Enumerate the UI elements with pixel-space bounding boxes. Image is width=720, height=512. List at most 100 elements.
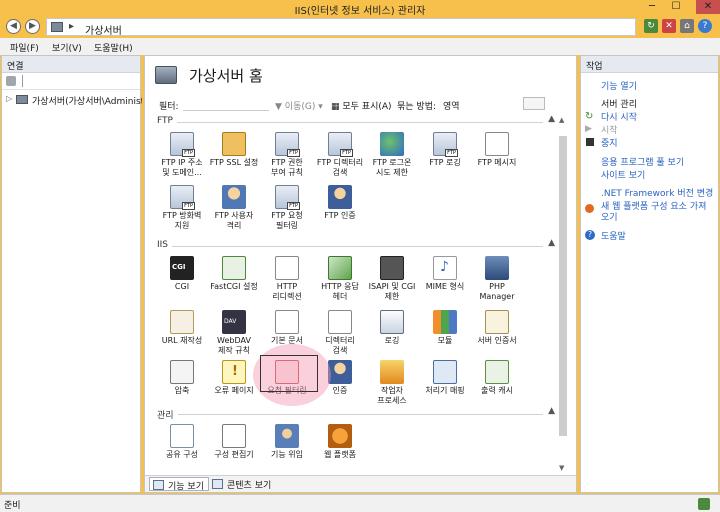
feature-cgi[interactable]: CGI — [153, 256, 211, 292]
feature-php[interactable]: PHP Manager — [468, 256, 526, 302]
feature-ftp-ssl[interactable]: FTP SSL 설정 — [205, 132, 263, 168]
back-button[interactable]: ◀ — [6, 19, 21, 34]
view-tabs: 기능 보기 콘텐츠 보기 — [145, 475, 576, 492]
server-icon — [16, 95, 28, 104]
refresh-icon[interactable]: ↻ — [644, 19, 658, 33]
filter-input[interactable] — [183, 97, 269, 111]
page-title: 가상서버 홈 — [189, 67, 263, 85]
scroll-down-icon[interactable]: ▼ — [559, 464, 564, 472]
collapse-icon[interactable]: ▲ — [548, 116, 555, 124]
config-editor-icon — [222, 424, 246, 448]
feature-shared-config[interactable]: 공유 구성 — [153, 424, 211, 460]
tree-item-server[interactable]: ▷ 가상서버(가상서버\Administ — [6, 93, 142, 107]
tree-item-label: 가상서버(가상서버\Administ — [32, 97, 142, 107]
ftp-user-icon — [328, 185, 352, 209]
feature-ftp-firewall[interactable]: FTP 방화벽 지원 — [153, 185, 211, 231]
go-label: 이동(G) — [284, 102, 316, 112]
feature-ftp-msg[interactable]: FTP 메시지 — [468, 132, 526, 168]
help-icon[interactable]: ? — [698, 19, 712, 33]
feature-compression[interactable]: 압축 — [153, 360, 211, 396]
feature-handler-mapping[interactable]: 처리기 매핑 — [416, 360, 474, 396]
feature-web-platform[interactable]: 웹 플랫폼 — [311, 424, 369, 460]
message-icon — [485, 132, 509, 156]
feature-mime[interactable]: MIME 형식 — [416, 256, 474, 292]
feature-output-cache[interactable]: 출력 캐시 — [468, 360, 526, 396]
action-help[interactable]: 도움말 — [601, 229, 626, 242]
maximize-button[interactable]: ☐ — [664, 0, 688, 14]
action-restart[interactable]: 다시 시작 — [601, 110, 637, 123]
stop-icon[interactable]: ✕ — [662, 19, 676, 33]
connections-toolbar — [2, 73, 140, 90]
handler-icon — [433, 360, 457, 384]
breadcrumb-server[interactable]: 가상서버 — [85, 22, 122, 37]
restart-icon: ↻ — [585, 111, 594, 122]
home-icon[interactable]: ⌂ — [680, 19, 694, 33]
minimize-button[interactable]: ─ — [640, 0, 664, 14]
menu-help[interactable]: 도움말(H) — [94, 41, 133, 54]
group-by-select[interactable]: 영역 — [443, 99, 460, 112]
feature-fastcgi[interactable]: FastCGI 설정 — [205, 256, 263, 292]
features-view-icon — [153, 480, 164, 490]
modules-icon — [433, 310, 457, 334]
tab-content-view[interactable]: 콘텐츠 보기 — [209, 477, 275, 491]
show-all-button[interactable]: ▦ 모두 표시(A) — [331, 99, 392, 112]
action-stop[interactable]: 중지 — [601, 136, 618, 149]
feature-isapi-cgi[interactable]: ISAPI 및 CGI 제한 — [363, 256, 421, 302]
feature-ftp-authn[interactable]: FTP 인증 — [311, 185, 369, 221]
forward-button[interactable]: ▶ — [25, 19, 40, 34]
feature-ftp-req-filter[interactable]: FTP 요청 필터링 — [258, 185, 316, 231]
expand-arrow-icon[interactable]: ▷ — [6, 94, 12, 103]
collapse-icon[interactable]: ▲ — [548, 406, 555, 416]
close-button[interactable]: ✕ — [696, 0, 720, 14]
vertical-scrollbar[interactable]: ▲ ▼ — [558, 116, 568, 472]
action-open-feature[interactable]: 기능 열기 — [601, 79, 637, 92]
go-button[interactable]: ▼ 이동(G) ▾ — [275, 99, 323, 112]
feature-server-cert[interactable]: 서버 인증서 — [468, 310, 526, 346]
action-view-sites[interactable]: 사이트 보기 — [601, 168, 645, 181]
feature-config-editor[interactable]: 구성 편집기 — [205, 424, 263, 460]
address-box[interactable]: ▸ 가상서버 — [46, 18, 636, 37]
feature-ftp-log[interactable]: FTP 로깅 — [416, 132, 474, 168]
collapse-icon[interactable]: ▲ — [548, 238, 555, 248]
feature-ftp-user-isolation[interactable]: FTP 사용자 격리 — [205, 185, 263, 231]
menu-view[interactable]: 보기(V) — [52, 41, 82, 54]
tab-features-view[interactable]: 기능 보기 — [149, 477, 209, 492]
feature-ftp-ip[interactable]: FTP IP 주소 및 도메인... — [153, 132, 211, 178]
users-icon — [222, 185, 246, 209]
feature-logging[interactable]: 로깅 — [363, 310, 421, 346]
feature-delegation[interactable]: 기능 위임 — [258, 424, 316, 460]
feature-http-redirect[interactable]: HTTP 리디렉션 — [258, 256, 316, 302]
scroll-thumb[interactable] — [559, 136, 567, 436]
cache-icon — [485, 360, 509, 384]
folder-browse-icon — [328, 310, 352, 334]
feature-webdav[interactable]: WebDAV 제작 규칙 — [205, 310, 263, 356]
status-bar: 준비 — [0, 494, 720, 512]
scroll-up-icon[interactable]: ▲ — [559, 116, 564, 124]
actions-pane: 작업 기능 열기 서버 관리 ↻ 다시 시작 ▶ 시작 중지 응용 프로그램 풀… — [580, 55, 719, 493]
view-mode-button[interactable] — [523, 97, 545, 110]
menu-bar: 파일(F) 보기(V) 도움말(H) — [0, 38, 720, 55]
tab-label: 기능 보기 — [168, 482, 204, 492]
address-bar: ◀ ▶ ▸ 가상서버 ↻ ✕ ⌂ ? — [0, 16, 720, 38]
ftp-ip-icon — [170, 132, 195, 157]
action-start[interactable]: 시작 — [601, 123, 618, 136]
feature-ftp-dir-browse[interactable]: FTP 디렉터리 검색 — [311, 132, 369, 178]
feature-dir-browse[interactable]: 디렉터리 검색 — [311, 310, 369, 356]
feature-url-rewrite[interactable]: URL 재작성 — [153, 310, 211, 346]
tab-label: 콘텐츠 보기 — [227, 481, 272, 491]
feature-default-doc[interactable]: 기본 문서 — [258, 310, 316, 346]
feature-http-headers[interactable]: HTTP 응답 헤더 — [311, 256, 369, 302]
cgi-icon — [170, 256, 194, 280]
action-get-platform-components[interactable]: 새 웹 플랫폼 구성 요소 가져오기 — [601, 202, 713, 224]
menu-file[interactable]: 파일(F) — [10, 41, 39, 54]
feature-ftp-logon[interactable]: FTP 로그온 시도 제한 — [363, 132, 421, 178]
connect-icon[interactable] — [6, 76, 16, 86]
feature-worker-process[interactable]: 작업자 프로세스 — [363, 360, 421, 406]
action-change-dotnet[interactable]: .NET Framework 버전 변경 — [601, 186, 713, 199]
feature-modules[interactable]: 모듈 — [416, 310, 474, 346]
firewall-icon — [170, 185, 195, 210]
feature-ftp-auth-rules[interactable]: FTP 권한 부여 규칙 — [258, 132, 316, 178]
stop-icon — [586, 138, 594, 146]
action-view-app-pools[interactable]: 응용 프로그램 풀 보기 — [601, 155, 684, 168]
redirect-icon — [275, 256, 299, 280]
